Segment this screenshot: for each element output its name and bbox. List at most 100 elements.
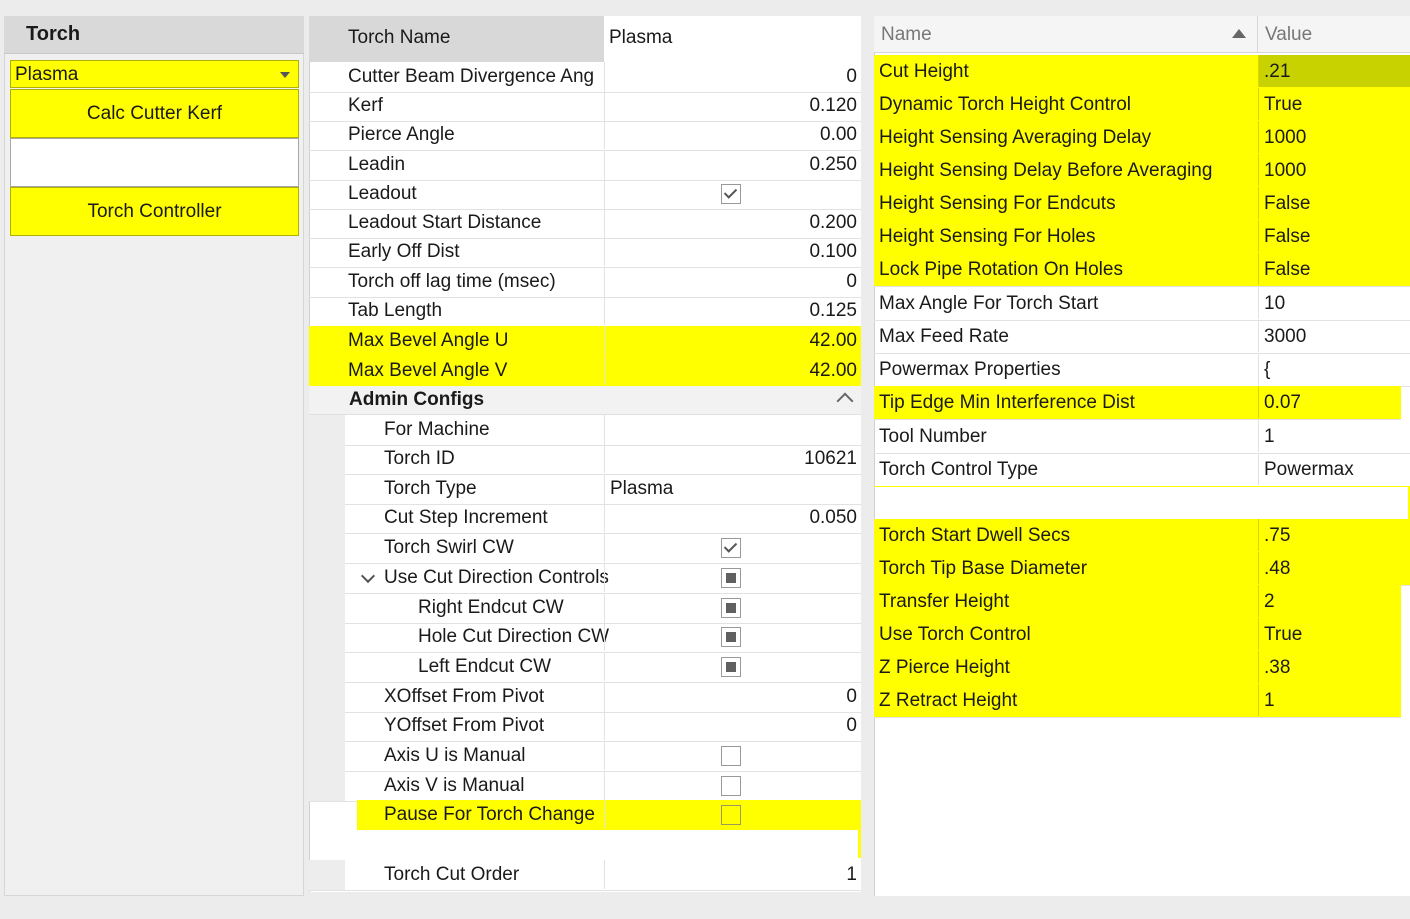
table-row[interactable]: Height Sensing Delay Before Averaging 100…	[874, 154, 1410, 188]
row-value[interactable]: 1	[1258, 684, 1410, 716]
row-value[interactable]: False	[1258, 220, 1410, 252]
table-row[interactable]: Height Sensing Averaging Delay 1000	[874, 121, 1410, 155]
row-value[interactable]: .38	[1258, 651, 1410, 683]
table-row[interactable]: Use Torch Control True	[874, 618, 1401, 652]
prop-value[interactable]: 0.250	[604, 150, 861, 179]
torch-controller-button[interactable]: Torch Controller	[10, 187, 299, 236]
row-value[interactable]: .21	[1258, 55, 1410, 87]
torch-swirl-cw-checkbox[interactable]	[721, 538, 741, 558]
chevron-up-icon[interactable]	[836, 392, 854, 410]
row-value[interactable]	[1258, 487, 1410, 519]
admin-row-torch-cut-order[interactable]: Torch Cut Order 1	[309, 860, 861, 891]
prop-value[interactable]: 0.100	[604, 237, 861, 266]
row-value[interactable]: 0.07	[1258, 386, 1410, 418]
prop-row-tab-length[interactable]: Tab Length 0.125	[309, 296, 861, 327]
admin-row-use-cut-direction-controls[interactable]: Use Cut Direction Controls	[309, 563, 861, 594]
admin-row-axis-v-is-manual[interactable]: Axis V is Manual	[309, 771, 861, 802]
table-row[interactable]: Lock Pipe Rotation On Holes False	[874, 253, 1410, 287]
table-row[interactable]	[874, 486, 1410, 521]
prop-value[interactable]: 0.200	[604, 208, 861, 237]
admin-row-torch-type[interactable]: Torch Type Plasma	[309, 474, 861, 505]
prop-row-max-bevel-angle-v[interactable]: Max Bevel Angle V 42.00	[309, 356, 861, 387]
use-cut-direction-controls-checkbox[interactable]	[721, 568, 741, 588]
row-value[interactable]: 3000	[1258, 320, 1410, 352]
admin-row-cut-step-increment[interactable]: Cut Step Increment 0.050	[309, 503, 861, 534]
right-endcut-cw-checkbox[interactable]	[721, 598, 741, 618]
table-row[interactable]: Height Sensing For Holes False	[874, 220, 1410, 254]
table-row[interactable]: Torch Control Type Powermax	[874, 453, 1410, 487]
prop-row-max-bevel-angle-u[interactable]: Max Bevel Angle U 42.00	[309, 326, 861, 357]
table-row[interactable]: Powermax Properties {	[874, 353, 1410, 387]
row-value[interactable]: 2	[1258, 585, 1410, 617]
value-column-header[interactable]: Value	[1265, 24, 1312, 46]
prop-value[interactable]: 10621	[604, 444, 861, 473]
table-row[interactable]: Max Feed Rate 3000	[874, 320, 1410, 354]
table-row[interactable]: Z Pierce Height .38	[874, 651, 1401, 685]
prop-row-kerf[interactable]: Kerf 0.120	[309, 91, 861, 122]
row-value[interactable]: False	[1258, 253, 1410, 285]
table-row[interactable]: Tool Number 1	[874, 420, 1410, 454]
prop-value[interactable]: 0	[604, 711, 861, 740]
table-row[interactable]: Z Retract Height 1	[874, 684, 1401, 718]
admin-row-hole-cut-direction-cw[interactable]: Hole Cut Direction CW	[309, 622, 861, 653]
prop-value[interactable]: 0.050	[604, 503, 861, 532]
name-column-header[interactable]: Name	[881, 24, 932, 46]
blank-button[interactable]	[10, 138, 299, 187]
table-row[interactable]: Dynamic Torch Height Control True	[874, 88, 1410, 122]
table-row[interactable]: Torch Tip Base Diameter .48	[874, 552, 1410, 586]
row-value[interactable]: 1	[1258, 420, 1410, 452]
axis-u-is-manual-checkbox[interactable]	[721, 746, 741, 766]
admin-row-xoffset-from-pivot[interactable]: XOffset From Pivot 0	[309, 682, 861, 713]
prop-row-cutter-beam-divergence-ang[interactable]: Cutter Beam Divergence Ang 0	[309, 62, 861, 93]
admin-row-axis-u-is-manual[interactable]: Axis U is Manual	[309, 741, 861, 772]
prop-row-leadout[interactable]: Leadout	[309, 179, 861, 210]
prop-row-torch-off-lag-time[interactable]: Torch off lag time (msec) 0	[309, 267, 861, 298]
prop-row-early-off-dist[interactable]: Early Off Dist 0.100	[309, 237, 861, 268]
table-row[interactable]: Max Angle For Torch Start 10	[874, 287, 1410, 321]
prop-value[interactable]: 0.120	[604, 91, 861, 120]
table-row[interactable]: Torch Start Dwell Secs .75	[874, 519, 1410, 553]
prop-value[interactable]: 0	[604, 62, 861, 91]
chevron-down-icon[interactable]	[360, 568, 376, 584]
row-value[interactable]: 10	[1258, 287, 1410, 319]
prop-value[interactable]: 0	[604, 267, 861, 296]
admin-row-torch-swirl-cw[interactable]: Torch Swirl CW	[309, 533, 861, 564]
prop-row-leadin[interactable]: Leadin 0.250	[309, 150, 861, 181]
prop-value[interactable]: 1	[604, 860, 861, 889]
prop-value[interactable]	[604, 415, 861, 444]
pause-for-torch-change-checkbox[interactable]	[721, 805, 741, 825]
admin-row-right-endcut-cw[interactable]: Right Endcut CW	[309, 593, 861, 624]
calc-cutter-kerf-button[interactable]: Calc Cutter Kerf	[10, 89, 299, 138]
torch-name-field[interactable]: Plasma	[604, 16, 861, 62]
prop-value[interactable]: 0.125	[604, 296, 861, 325]
row-value[interactable]: .75	[1258, 519, 1410, 551]
prop-value[interactable]: 0.00	[604, 120, 861, 149]
leadout-checkbox[interactable]	[721, 184, 741, 204]
table-row[interactable]: Cut Height .21	[874, 55, 1410, 89]
row-value[interactable]: Powermax	[1258, 453, 1410, 485]
admin-row-torch-id[interactable]: Torch ID 10621	[309, 444, 861, 475]
prop-value[interactable]: 0	[604, 682, 861, 711]
admin-row-left-endcut-cw[interactable]: Left Endcut CW	[309, 652, 861, 683]
left-endcut-cw-checkbox[interactable]	[721, 657, 741, 677]
axis-v-is-manual-checkbox[interactable]	[721, 776, 741, 796]
torch-select[interactable]: Plasma	[10, 60, 299, 88]
row-value[interactable]: False	[1258, 187, 1410, 219]
admin-row-pause-for-torch-change[interactable]: Pause For Torch Change	[357, 800, 861, 831]
prop-value[interactable]: 42.00	[604, 326, 861, 355]
row-value[interactable]: 1000	[1258, 154, 1410, 186]
table-row[interactable]: Tip Edge Min Interference Dist 0.07	[874, 386, 1401, 420]
prop-value[interactable]: Plasma	[604, 474, 861, 503]
table-row[interactable]: Height Sensing For Endcuts False	[874, 187, 1410, 221]
row-value[interactable]: 1000	[1258, 121, 1410, 153]
hole-cut-direction-cw-checkbox[interactable]	[721, 627, 741, 647]
admin-row-yoffset-from-pivot[interactable]: YOffset From Pivot 0	[309, 711, 861, 742]
prop-row-leadout-start-distance[interactable]: Leadout Start Distance 0.200	[309, 208, 861, 239]
prop-value[interactable]: 42.00	[604, 356, 861, 385]
prop-row-pierce-angle[interactable]: Pierce Angle 0.00	[309, 120, 861, 151]
row-value[interactable]: True	[1258, 88, 1410, 120]
sort-ascending-icon[interactable]	[1232, 29, 1246, 38]
admin-configs-header[interactable]: Admin Configs	[309, 386, 861, 415]
chevron-down-icon[interactable]	[280, 72, 290, 78]
row-value[interactable]: {	[1258, 353, 1410, 385]
